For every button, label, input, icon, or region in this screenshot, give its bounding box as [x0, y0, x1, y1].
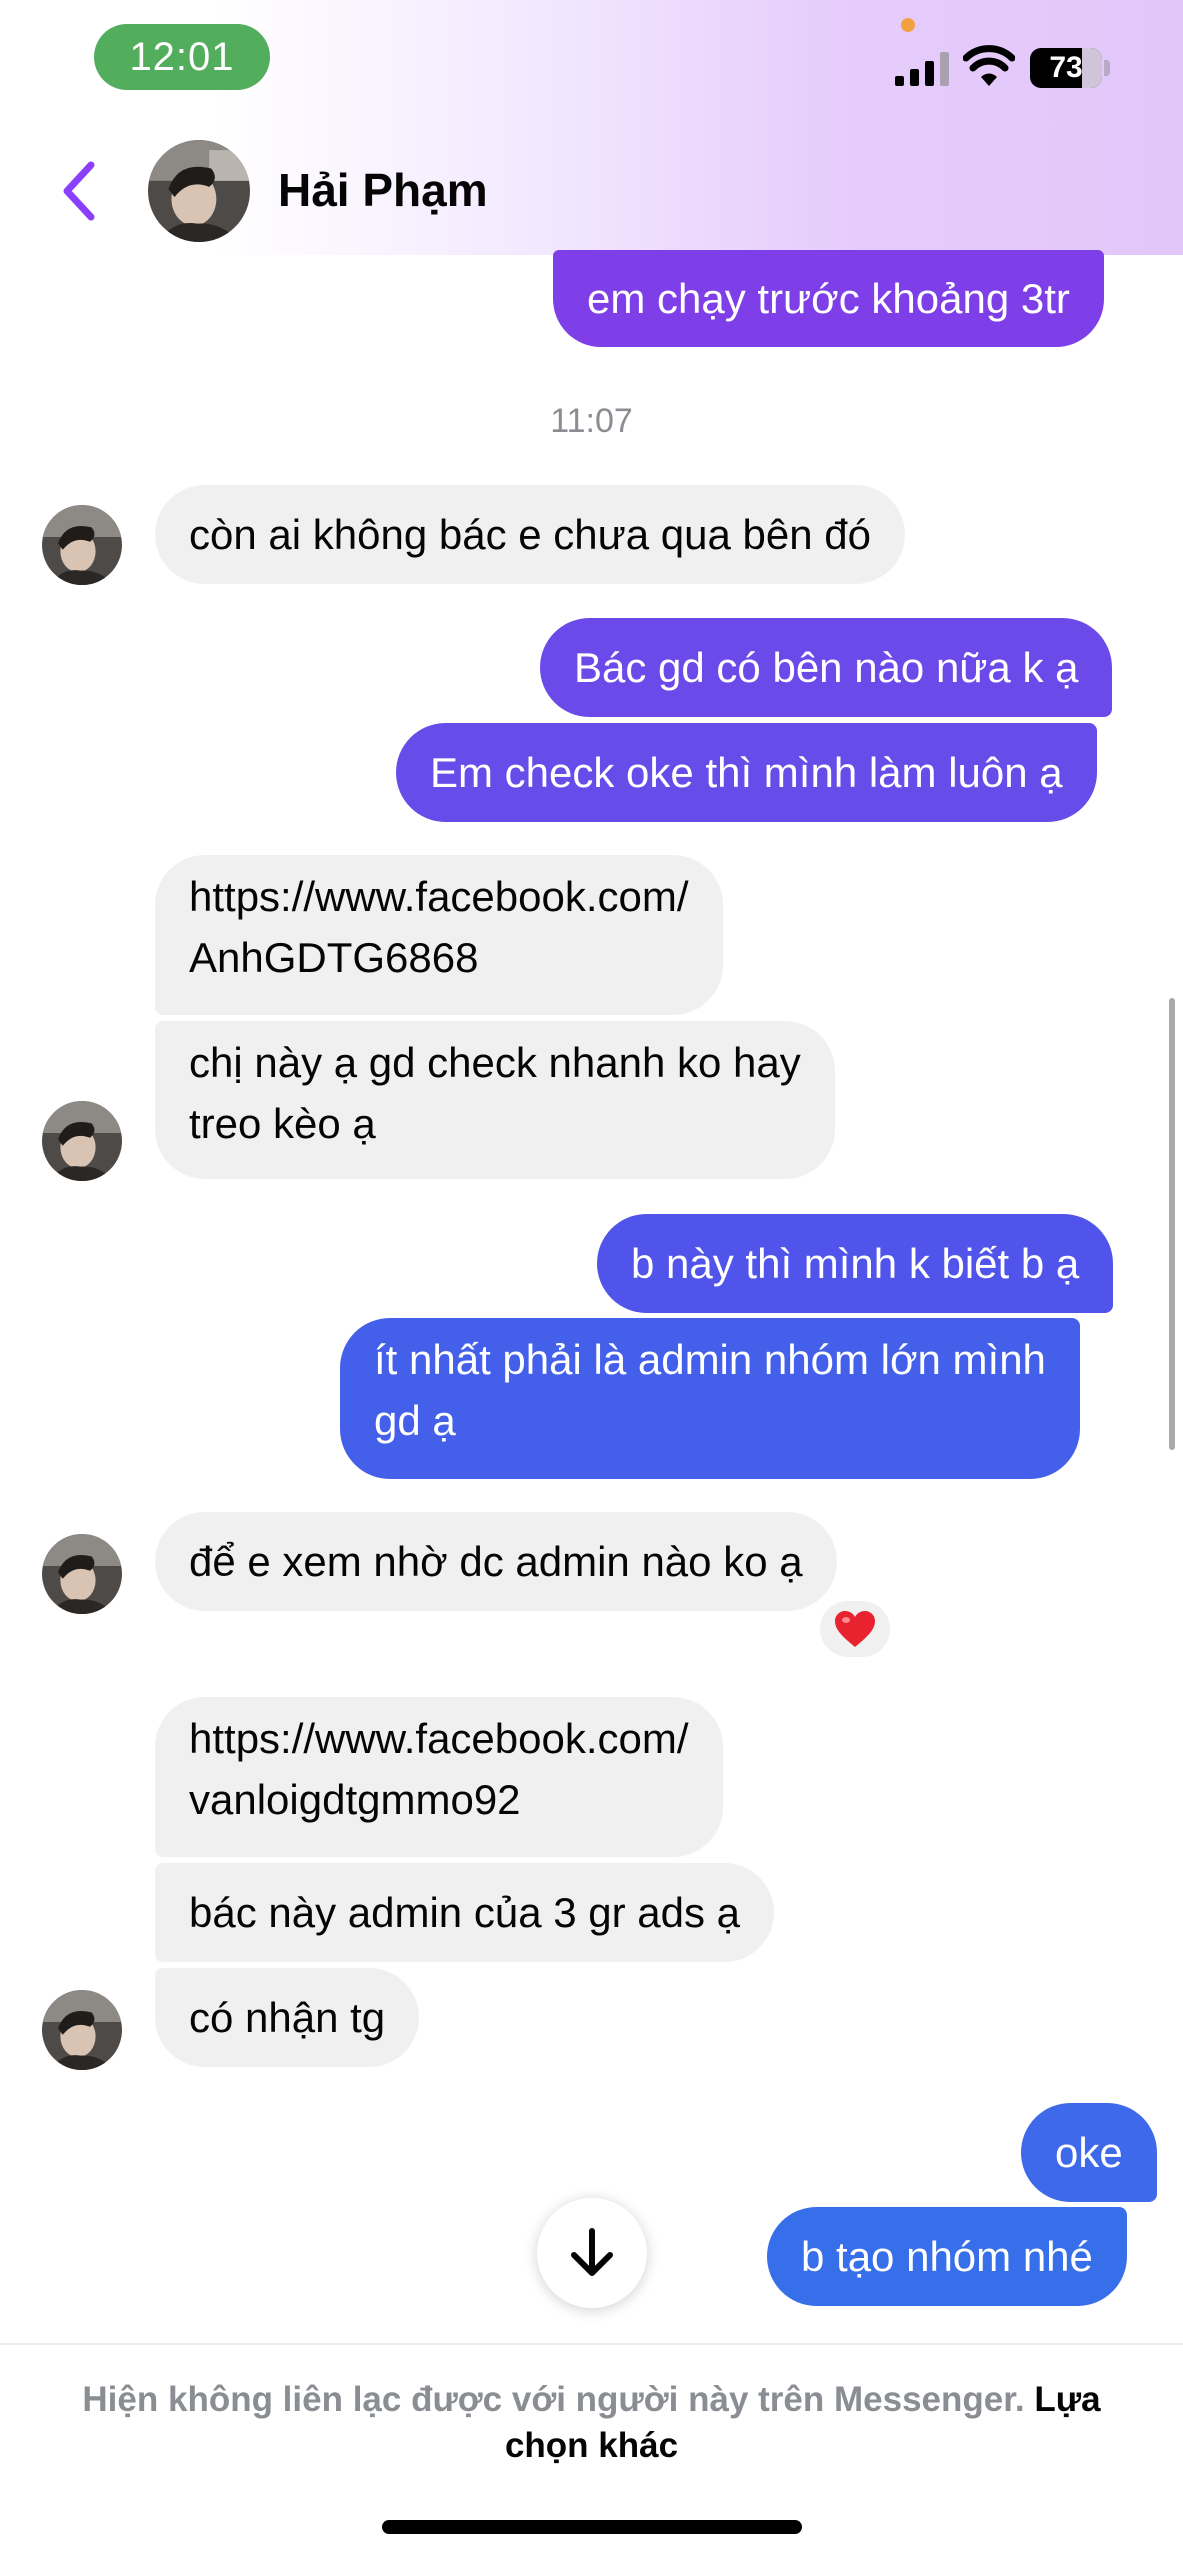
message-line: https://www.facebook.com/: [189, 873, 689, 920]
message-line: treo kèo ạ: [189, 1100, 376, 1147]
battery-icon: 73: [1030, 48, 1112, 88]
arrow-down-icon: [571, 2228, 613, 2276]
message-line: https://www.facebook.com/: [189, 1715, 689, 1762]
wifi-icon: [963, 45, 1015, 86]
message-line: AnhGDTG6868: [189, 934, 479, 981]
message-outgoing[interactable]: b này thì mình k biết b ạ: [597, 1214, 1114, 1313]
message-outgoing[interactable]: b tạo nhóm nhé: [767, 2207, 1127, 2306]
footer-notice-text: Hiện không liên lạc được với người này t…: [82, 2380, 1025, 2419]
message-line: chị này ạ gd check nhanh ko hay: [189, 1039, 801, 1086]
privacy-indicator-dot: [901, 18, 915, 32]
message-incoming[interactable]: bác này admin của 3 gr ads ạ: [155, 1863, 775, 1962]
message-outgoing[interactable]: Bác gd có bên nào nữa k ạ: [540, 618, 1113, 717]
contact-avatar-small[interactable]: [42, 1101, 122, 1181]
message-incoming-link[interactable]: https://www.facebook.com/ AnhGDTG6868: [155, 855, 723, 1015]
message-outgoing[interactable]: em chạy trước khoảng 3tr: [553, 250, 1104, 347]
message-outgoing[interactable]: Em check oke thì mình làm luôn ạ: [396, 723, 1097, 822]
scroll-to-bottom-button[interactable]: [537, 2198, 647, 2308]
heart-icon: [835, 1611, 875, 1647]
chevron-left-icon[interactable]: [55, 155, 105, 227]
message-incoming-link[interactable]: https://www.facebook.com/ vanloigdtgmmo9…: [155, 1697, 723, 1857]
signal-icon: [895, 52, 949, 86]
message-incoming[interactable]: để e xem nhờ dc admin nào ko ạ: [155, 1512, 837, 1611]
home-indicator[interactable]: [382, 2520, 802, 2534]
message-line: gd ạ: [374, 1397, 456, 1444]
message-incoming[interactable]: có nhận tg: [155, 1968, 420, 2067]
battery-level: 73: [1049, 51, 1083, 84]
heart-reaction[interactable]: [815, 1596, 895, 1662]
footer-notice: Hiện không liên lạc được với người này t…: [60, 2377, 1123, 2469]
message-line: ít nhất phải là admin nhóm lớn mình: [374, 1336, 1046, 1383]
message-incoming[interactable]: chị này ạ gd check nhanh ko hay treo kèo…: [155, 1021, 835, 1179]
contact-avatar-small[interactable]: [42, 505, 122, 585]
contact-avatar-small[interactable]: [42, 1534, 122, 1614]
message-line: vanloigdtgmmo92: [189, 1776, 521, 1823]
message-outgoing[interactable]: oke: [1021, 2103, 1157, 2202]
scrollbar[interactable]: [1169, 998, 1175, 1450]
message-outgoing[interactable]: ít nhất phải là admin nhóm lớn mình gd ạ: [340, 1318, 1080, 1479]
message-incoming[interactable]: còn ai không bác e chưa qua bên đó: [155, 485, 905, 584]
message-timestamp: 11:07: [550, 402, 633, 440]
contact-avatar-small[interactable]: [42, 1990, 122, 2070]
status-time: 12:01: [94, 24, 270, 90]
contact-avatar[interactable]: [148, 140, 250, 242]
contact-name[interactable]: Hải Phạm: [278, 163, 488, 217]
